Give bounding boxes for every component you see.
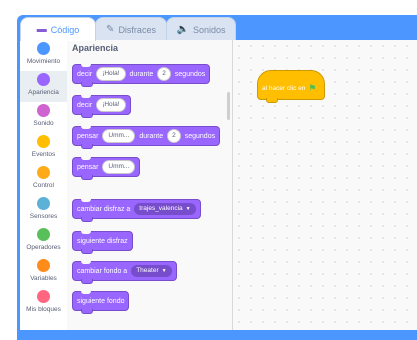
block-text: cambiar fondo a	[77, 267, 128, 275]
think-for-secs-block[interactable]: pensar Umm... durante 2 segundos	[72, 126, 221, 149]
variables-category-icon	[37, 259, 50, 272]
brush-icon: ✎	[106, 24, 115, 35]
category-events[interactable]: Eventos	[20, 133, 67, 164]
message-input[interactable]: ¡Hola!	[96, 67, 126, 81]
hat-block-label: al hacer clic en	[262, 84, 306, 92]
category-label: Variables	[30, 275, 57, 282]
operators-category-icon	[37, 228, 50, 241]
tab-sounds-label: Sonidos	[192, 24, 226, 35]
category-label: Operadores	[26, 244, 61, 251]
dropdown-value: Theater	[136, 267, 159, 274]
dropdown-value: trajes_valencia	[139, 205, 183, 212]
switch-costume-block[interactable]: cambiar disfraz a trajes_valencia ▼	[72, 199, 201, 222]
think-block[interactable]: pensar Umm...	[72, 157, 141, 180]
message-input[interactable]: ¡Hola!	[96, 98, 126, 112]
seconds-input[interactable]: 2	[167, 129, 181, 143]
category-operators[interactable]: Operadores	[20, 226, 67, 257]
motion-category-icon	[37, 42, 50, 55]
block-text: siguiente disfraz	[77, 237, 128, 245]
block-text: decir	[77, 101, 93, 109]
when-flag-clicked-block[interactable]: al hacer clic en ⚑	[257, 70, 325, 103]
block-text: segundos	[184, 132, 216, 140]
looks-category-icon	[37, 73, 50, 86]
tab-code-label: Código	[50, 24, 80, 35]
palette-title: Apariencia	[72, 43, 119, 53]
tab-code[interactable]: ▬ Código	[20, 17, 96, 41]
category-label: Movimiento	[26, 58, 61, 65]
category-looks[interactable]: Apariencia	[20, 71, 67, 102]
message-input[interactable]: Umm...	[102, 129, 136, 143]
seconds-input[interactable]: 2	[157, 67, 171, 81]
category-label: Mis bloques	[26, 306, 61, 313]
sound-category-icon	[37, 104, 50, 117]
speaker-icon: 🔈	[176, 24, 189, 35]
say-for-secs-block[interactable]: decir ¡Hola! durante 2 segundos	[72, 64, 211, 87]
category-my-blocks[interactable]: Mis bloques	[20, 288, 67, 319]
say-block[interactable]: decir ¡Hola!	[72, 95, 131, 118]
block-palette: Apariencia decir ¡Hola! durante 2 segund…	[67, 40, 233, 330]
editor-tabs: ▬ Código ✎ Disfraces 🔈 Sonidos	[20, 17, 417, 41]
green-flag-icon: ⚑	[308, 82, 317, 93]
switch-backdrop-block[interactable]: cambiar fondo a Theater ▼	[72, 261, 177, 284]
category-label: Apariencia	[28, 89, 59, 96]
tab-costumes[interactable]: ✎ Disfraces	[95, 17, 167, 41]
block-text: pensar	[77, 132, 99, 140]
backdrop-dropdown[interactable]: Theater ▼	[131, 265, 172, 277]
category-sound[interactable]: Sonido	[20, 102, 67, 133]
category-menu: Movimiento Apariencia Sonido Eventos Con…	[20, 40, 68, 330]
caret-down-icon: ▼	[161, 268, 167, 274]
block-text: decir	[77, 70, 93, 78]
block-text: durante	[139, 132, 164, 140]
control-category-icon	[37, 166, 50, 179]
code-icon: ▬	[36, 24, 47, 35]
category-label: Sonido	[33, 120, 54, 127]
category-label: Control	[33, 182, 54, 189]
block-text: cambiar disfraz a	[77, 205, 131, 213]
tab-sounds[interactable]: 🔈 Sonidos	[166, 17, 236, 41]
caret-down-icon: ▼	[185, 206, 191, 212]
palette-scrollbar[interactable]	[227, 92, 230, 120]
category-control[interactable]: Control	[20, 164, 67, 195]
message-input[interactable]: Umm...	[102, 160, 136, 174]
costume-dropdown[interactable]: trajes_valencia ▼	[134, 203, 196, 215]
category-variables[interactable]: Variables	[20, 257, 67, 288]
next-backdrop-block[interactable]: siguiente fondo	[72, 291, 130, 314]
category-label: Eventos	[31, 151, 56, 158]
block-text: durante	[129, 70, 154, 78]
category-motion[interactable]: Movimiento	[20, 40, 67, 71]
block-text: segundos	[174, 70, 206, 78]
tab-costumes-label: Disfraces	[118, 24, 156, 35]
category-label: Sensores	[29, 213, 58, 220]
block-text: pensar	[77, 163, 99, 171]
my-blocks-category-icon	[37, 290, 50, 303]
category-sensing[interactable]: Sensores	[20, 195, 67, 226]
events-category-icon	[37, 135, 50, 148]
block-text: siguiente fondo	[77, 297, 125, 305]
sensing-category-icon	[37, 197, 50, 210]
next-costume-block[interactable]: siguiente disfraz	[72, 231, 133, 254]
